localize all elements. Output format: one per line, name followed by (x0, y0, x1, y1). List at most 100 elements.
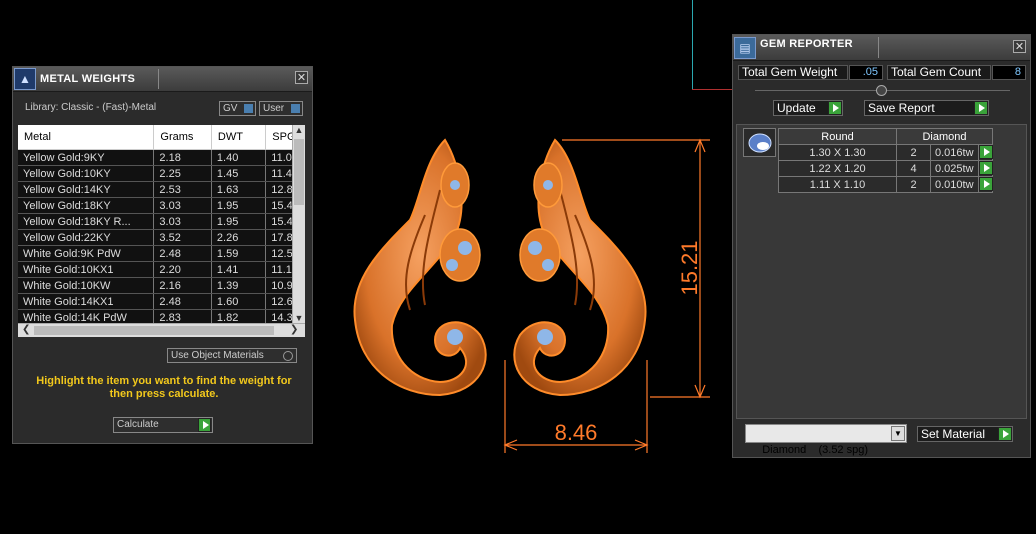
close-icon[interactable]: ✕ (295, 71, 308, 84)
cell-dwt: 1.59 (211, 245, 267, 262)
gem-row[interactable]: 1.30 X 1.30 2 0.016tw (778, 144, 993, 161)
play-arrow-icon (979, 161, 993, 175)
calculate-button[interactable]: Calculate (113, 417, 213, 433)
gem-size: 1.22 X 1.20 (778, 160, 897, 177)
user-indicator-icon (291, 104, 300, 113)
scroll-down-icon[interactable]: ▼ (293, 313, 305, 323)
scroll-up-icon[interactable]: ▲ (293, 125, 305, 135)
cell-grams: 2.20 (153, 261, 212, 278)
earring-left (353, 138, 487, 397)
cell-metal: White Gold:9K PdW (18, 245, 155, 262)
cell-grams: 2.48 (153, 293, 212, 310)
table-row[interactable]: Yellow Gold:14KY 2.53 1.63 12.88 (18, 181, 305, 198)
gv-indicator-icon (244, 104, 253, 113)
gem-reporter-title: GEM REPORTER (760, 37, 853, 50)
table-row[interactable]: White Gold:9K PdW 2.48 1.59 12.59 (18, 245, 305, 262)
set-material-button[interactable]: Set Material (917, 426, 1013, 442)
gem-size: 1.11 X 1.10 (778, 176, 897, 193)
table-row[interactable]: Yellow Gold:22KY 3.52 2.26 17.89 (18, 229, 305, 246)
table-row[interactable]: White Gold:10KX1 2.20 1.41 11.18 (18, 261, 305, 278)
viewport-axis-horizontal (692, 89, 732, 90)
horizontal-scroll-thumb[interactable] (34, 326, 274, 335)
play-arrow-icon (198, 418, 211, 432)
total-gem-weight-text: Total Gem Weight (742, 65, 838, 79)
save-report-button[interactable]: Save Report (864, 100, 989, 116)
cell-metal: White Gold:14K PdW (18, 309, 155, 323)
cell-metal: Yellow Gold:10KY (18, 165, 155, 182)
cell-grams: 2.25 (153, 165, 212, 182)
set-material-label: Set Material (921, 427, 986, 441)
cell-grams: 3.52 (153, 229, 212, 246)
col-header-metal[interactable]: Metal (18, 125, 155, 150)
table-row[interactable]: White Gold:14KX1 2.48 1.60 12.61 (18, 293, 305, 310)
material-select[interactable]: Diamond (3.52 spg) ▼ (745, 424, 907, 456)
gem-table[interactable]: Round Diamond 1.30 X 1.30 2 0.016tw 1.22… (778, 128, 993, 193)
viewport-canvas[interactable]: 15.21 8.46 (330, 120, 730, 460)
cell-grams: 3.03 (153, 197, 212, 214)
metal-weights-titlebar[interactable]: ▲ METAL WEIGHTS ✕ (13, 67, 312, 92)
title-separator (158, 69, 159, 89)
play-arrow-icon (974, 101, 988, 115)
user-toggle[interactable]: User (259, 101, 303, 116)
metal-table[interactable]: Metal Grams DWT SPG Yellow Gold:9KY 2.18 1… (18, 125, 305, 323)
cell-dwt: 1.45 (211, 165, 267, 182)
table-row[interactable]: White Gold:10KW 2.16 1.39 10.99 (18, 277, 305, 294)
gem-row-action[interactable] (978, 144, 993, 161)
metal-weights-panel: ▲ METAL WEIGHTS ✕ Library: Classic - (Fa… (12, 66, 313, 444)
horizontal-scrollbar[interactable]: ❮ ❯ (18, 323, 305, 337)
total-gem-count-text: Total Gem Count (891, 65, 982, 79)
cell-dwt: 1.60 (211, 293, 267, 310)
table-row[interactable]: Yellow Gold:18KY R... 3.03 1.95 15.41 (18, 213, 305, 230)
col-header-grams[interactable]: Grams (153, 125, 212, 150)
gem-right-3 (542, 259, 554, 271)
round-gem-icon[interactable] (743, 128, 776, 157)
gem-row-action[interactable] (978, 176, 993, 193)
splitter-handle-icon[interactable] (876, 85, 887, 96)
cell-grams: 2.53 (153, 181, 212, 198)
scroll-right-icon[interactable]: ❯ (290, 324, 298, 335)
gem-row[interactable]: 1.11 X 1.10 2 0.010tw (778, 176, 993, 193)
metal-weights-title: METAL WEIGHTS (40, 73, 136, 85)
table-row[interactable]: White Gold:14K PdW 2.83 1.82 14.37 (18, 309, 305, 323)
user-label: User (263, 103, 285, 114)
gem-left-3 (458, 241, 472, 255)
gem-right-2 (528, 241, 542, 255)
cell-grams: 2.83 (153, 309, 212, 323)
cell-metal: White Gold:10KX1 (18, 261, 155, 278)
cell-dwt: 1.40 (211, 149, 267, 166)
gem-reporter-titlebar[interactable]: ▤ GEM REPORTER ✕ (733, 35, 1030, 61)
use-object-materials-label: Use Object Materials (171, 350, 264, 361)
total-gem-count-value: 8 (992, 65, 1026, 80)
cell-dwt: 1.39 (211, 277, 267, 294)
cell-metal: Yellow Gold:9KY (18, 149, 155, 166)
table-row[interactable]: Yellow Gold:9KY 2.18 1.40 11.08 (18, 149, 305, 166)
cell-dwt: 1.82 (211, 309, 267, 323)
close-icon[interactable]: ✕ (1013, 40, 1026, 53)
vertical-scrollbar[interactable]: ▲ ▼ (292, 125, 305, 323)
col-header-dwt[interactable]: DWT (211, 125, 267, 150)
cell-dwt: 1.63 (211, 181, 267, 198)
gem-list-area[interactable]: Round Diamond 1.30 X 1.30 2 0.016tw 1.22… (736, 124, 1027, 419)
gem-left-4 (447, 329, 463, 345)
gem-row[interactable]: 1.22 X 1.20 4 0.025tw (778, 160, 993, 177)
cell-metal: Yellow Gold:22KY (18, 229, 155, 246)
update-button[interactable]: Update (773, 100, 843, 116)
gem-count: 2 (896, 144, 931, 161)
material-header: Diamond (896, 128, 993, 145)
scroll-left-icon[interactable]: ❮ (22, 324, 30, 335)
chevron-down-icon[interactable]: ▼ (891, 426, 905, 441)
vertical-scroll-thumb[interactable] (294, 139, 304, 205)
gem-right-4 (537, 329, 553, 345)
gv-toggle[interactable]: GV (219, 101, 256, 116)
cell-metal: Yellow Gold:14KY (18, 181, 155, 198)
calculate-label: Calculate (117, 419, 159, 430)
table-row[interactable]: Yellow Gold:10KY 2.25 1.45 11.45 (18, 165, 305, 182)
use-object-materials-toggle[interactable]: Use Object Materials (167, 348, 297, 363)
instruction-text: Highlight the item you want to find the … (36, 375, 292, 400)
cell-metal: Yellow Gold:18KY (18, 197, 155, 214)
cell-metal: White Gold:14KX1 (18, 293, 155, 310)
toggle-circle-icon (283, 351, 293, 361)
table-row[interactable]: Yellow Gold:18KY 3.03 1.95 15.41 (18, 197, 305, 214)
total-gem-count-label: Total Gem Count (887, 65, 991, 80)
gem-row-action[interactable] (978, 160, 993, 177)
